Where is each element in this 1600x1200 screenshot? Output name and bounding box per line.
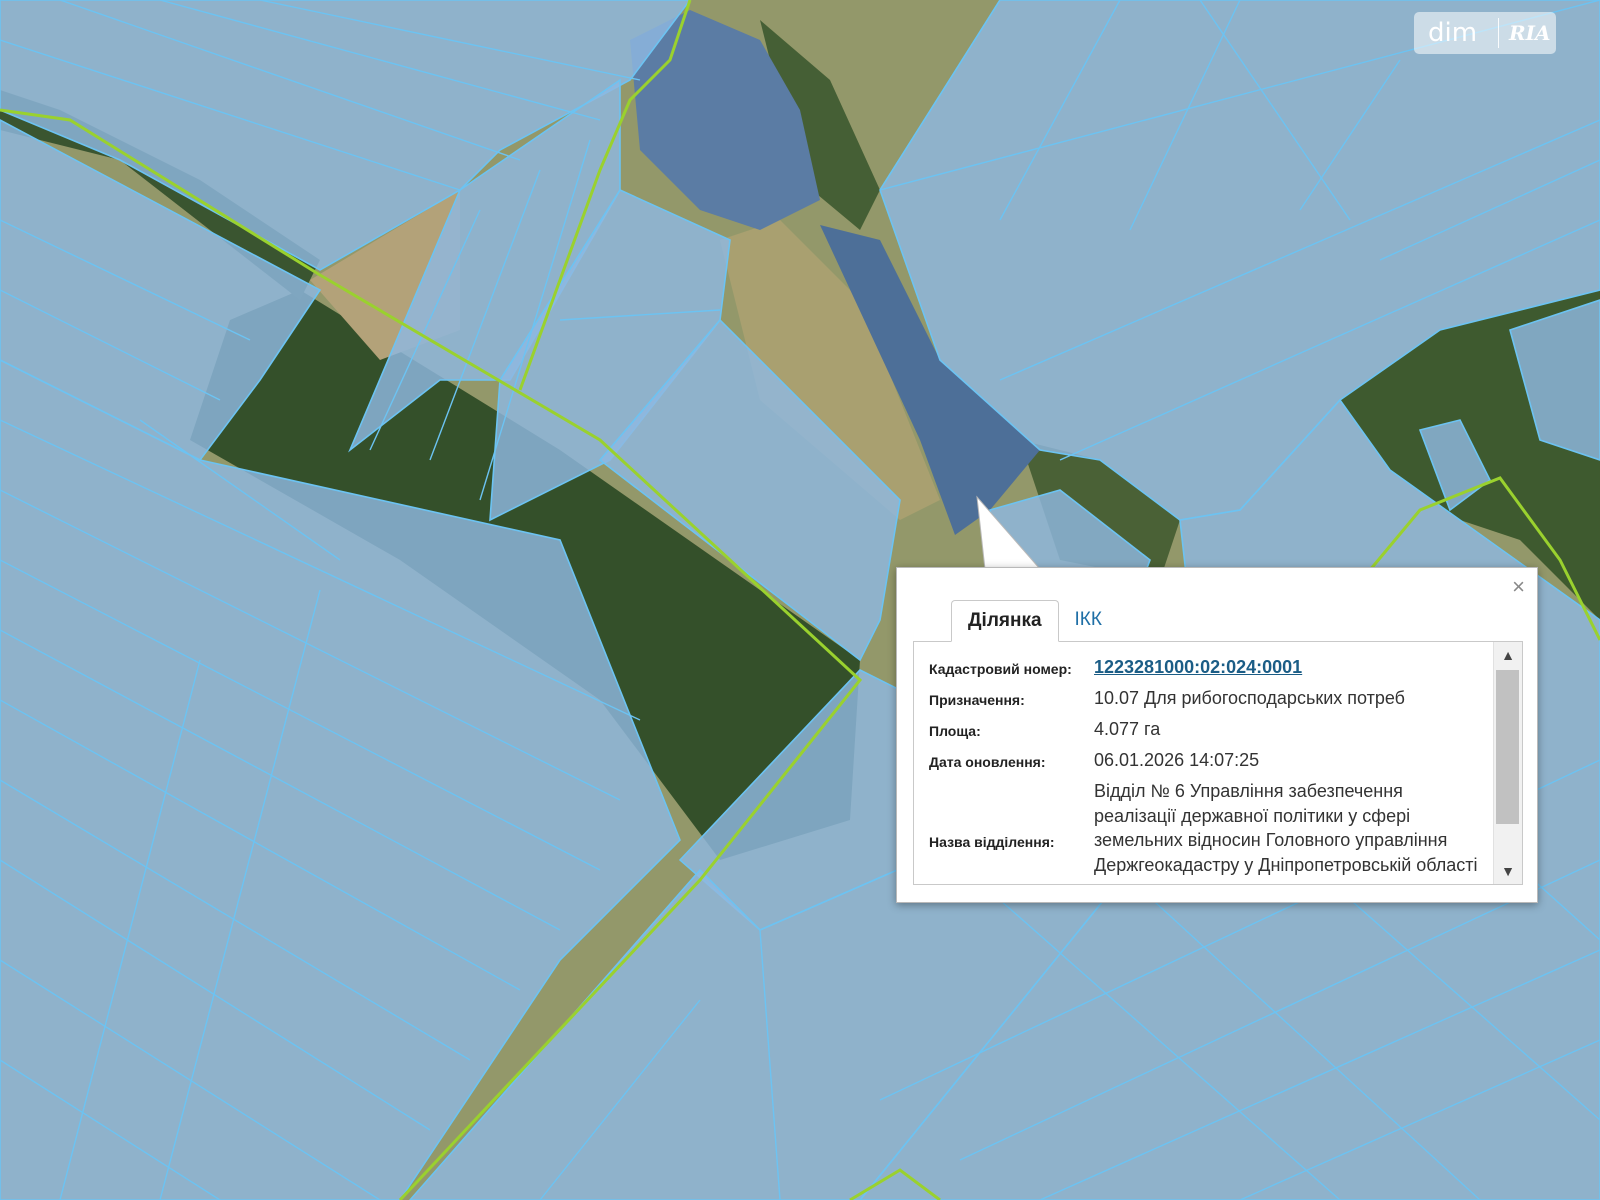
purpose-label: Призначення:: [929, 692, 1025, 708]
popup-tabs: Ділянка ІКК: [951, 600, 1118, 642]
updated-value: 06.01.2026 14:07:25: [1094, 750, 1260, 770]
office-label: Назва відділення:: [929, 834, 1055, 850]
parcel-details-panel[interactable]: Кадастровий номер: 1223281000:02:024:000…: [913, 641, 1523, 885]
scrollbar-thumb[interactable]: [1496, 670, 1519, 824]
close-icon[interactable]: ×: [1512, 576, 1525, 598]
purpose-value: 10.07 Для рибогосподарських потреб: [1094, 688, 1405, 708]
tab-ikk[interactable]: ІКК: [1059, 600, 1118, 642]
updated-label: Дата оновлення:: [929, 754, 1046, 770]
dim-ria-watermark: dim RIA: [1414, 12, 1556, 54]
brand-dim-text: dim: [1428, 18, 1478, 48]
cadastral-value: 1223281000:02:024:0001: [1094, 655, 1479, 680]
tab-parcel[interactable]: Ділянка: [951, 600, 1059, 642]
scroll-up-icon[interactable]: ▲: [1494, 642, 1522, 668]
cadastral-label: Кадастровий номер:: [929, 661, 1072, 677]
brand-ria-logo: RIA: [1509, 21, 1551, 45]
scroll-down-icon[interactable]: ▼: [1494, 858, 1522, 884]
cadastral-number-link[interactable]: 1223281000:02:024:0001: [1094, 657, 1302, 677]
parcel-info-popup: × Ділянка ІКК Кадастровий номер: 1223281…: [896, 567, 1538, 903]
area-value: 4.077 га: [1094, 719, 1161, 739]
area-label: Площа:: [929, 723, 981, 739]
office-value: Відділ № 6 Управління забезпечення реалі…: [1094, 781, 1478, 875]
details-scrollbar[interactable]: ▲ ▼: [1493, 642, 1522, 884]
